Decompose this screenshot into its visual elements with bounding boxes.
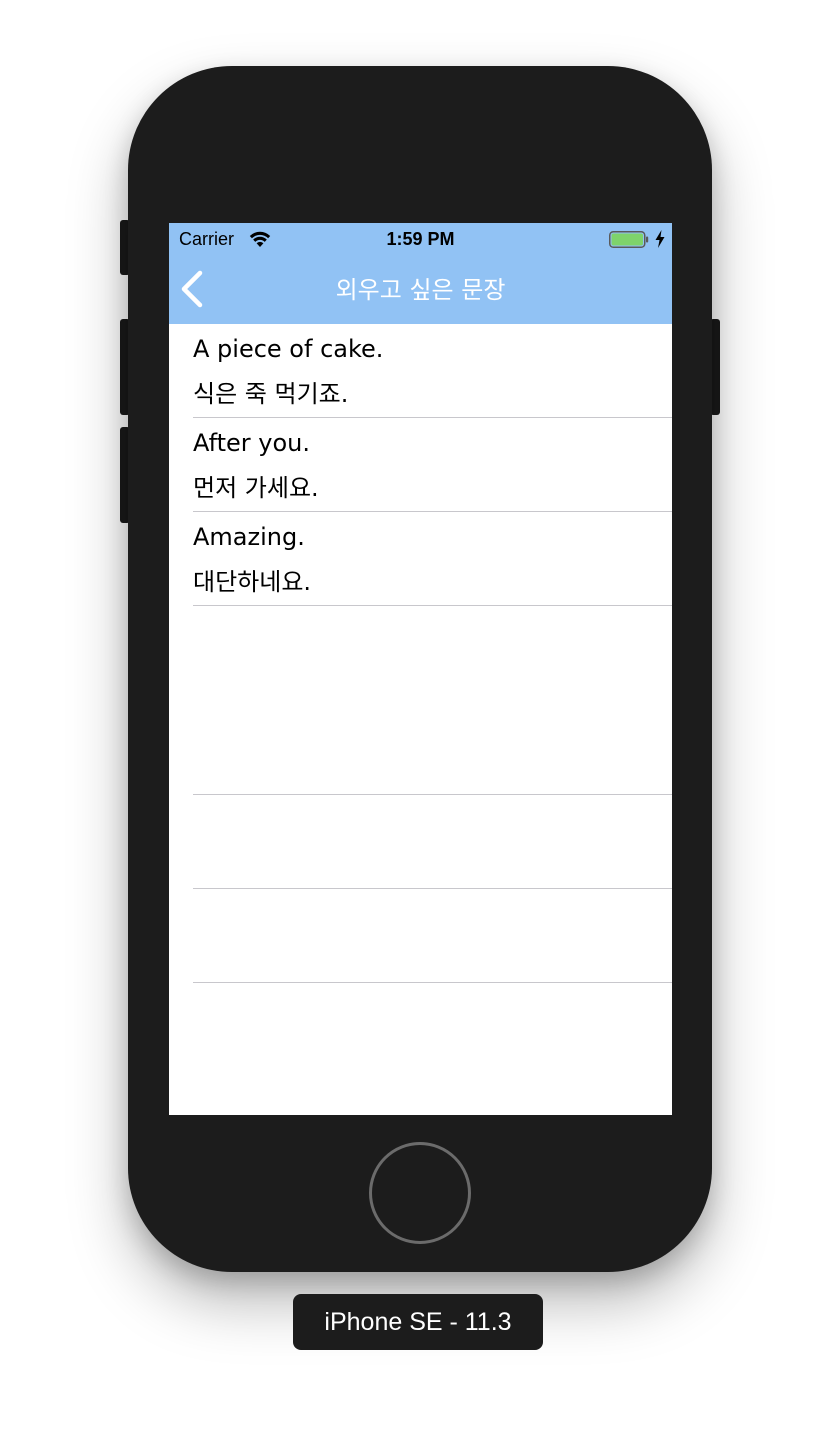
- row-separator: [193, 605, 672, 606]
- battery-icon: [609, 231, 649, 248]
- list-item[interactable]: Amazing. 대단하네요.: [169, 512, 672, 606]
- status-time: 1:59 PM: [386, 229, 455, 249]
- simulator-stage: Carrier 1:59 PM 외우고 싶은 문장 A piece of cak…: [0, 0, 840, 1434]
- phrase-english: Amazing.: [193, 523, 305, 551]
- phrase-korean: 식은 죽 먹기죠.: [193, 380, 349, 408]
- phrase-english: A piece of cake.: [193, 335, 384, 363]
- row-separator: [193, 888, 672, 889]
- list-item[interactable]: After you. 먼저 가세요.: [169, 418, 672, 512]
- status-bar: Carrier 1:59 PM: [169, 223, 672, 255]
- row-separator: [193, 794, 672, 795]
- phrase-korean: 먼저 가세요.: [193, 474, 319, 502]
- phrase-korean: 대단하네요.: [193, 568, 312, 596]
- phrase-list[interactable]: A piece of cake. 식은 죽 먹기죠. After you. 먼저…: [169, 324, 672, 1115]
- phrase-english: After you.: [193, 429, 310, 457]
- page-title: 외우고 싶은 문장: [335, 276, 506, 304]
- row-separator: [193, 982, 672, 983]
- home-button[interactable]: [369, 1142, 471, 1244]
- device-screen: Carrier 1:59 PM 외우고 싶은 문장 A piece of cak…: [169, 223, 672, 1115]
- device-label: iPhone SE - 11.3: [293, 1294, 543, 1350]
- navigation-bar: 외우고 싶은 문장: [169, 255, 672, 324]
- list-item[interactable]: A piece of cake. 식은 죽 먹기죠.: [169, 324, 672, 418]
- charging-bolt-icon: [655, 230, 665, 248]
